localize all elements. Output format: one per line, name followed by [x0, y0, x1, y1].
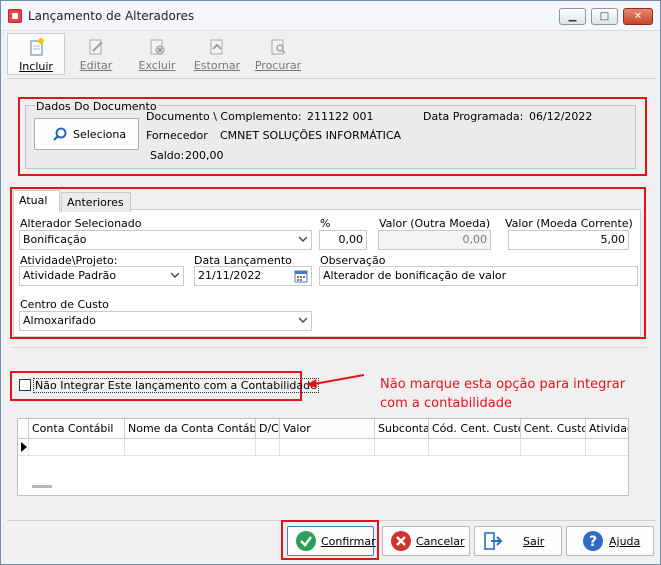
grid-hscroll-thumb[interactable]	[32, 485, 52, 488]
procurar-button[interactable]: Procurar	[249, 33, 307, 75]
toolbar-separator	[7, 78, 656, 79]
cancelar-button[interactable]: Cancelar	[382, 526, 470, 556]
annotation-arrow-icon	[306, 374, 365, 388]
chevron-down-icon	[299, 236, 307, 242]
excluir-button[interactable]: Excluir	[128, 33, 186, 75]
cell-dc[interactable]	[256, 439, 280, 456]
documento-group-title: Dados Do Documento	[35, 100, 158, 113]
col-subconta[interactable]: Subconta	[375, 419, 429, 439]
nao-integrar-checkbox[interactable]	[19, 379, 31, 391]
cell-subconta[interactable]	[375, 439, 429, 456]
exit-door-icon	[484, 532, 503, 550]
editar-label: Editar	[79, 59, 113, 72]
documento-value: 211122 001	[307, 110, 374, 123]
centro-custo-label: Centro de Custo	[20, 298, 109, 311]
editar-button[interactable]: Editar	[67, 33, 125, 75]
centro-custo-value: Almoxarifado	[23, 314, 96, 327]
data-lancamento-value: 21/11/2022	[198, 269, 262, 282]
alterador-label: Alterador Selecionado	[20, 217, 142, 230]
app-icon	[8, 9, 22, 23]
col-valor[interactable]: Valor	[280, 419, 375, 439]
percent-label: %	[320, 217, 331, 230]
window-title: Lançamento de Alteradores	[28, 9, 195, 23]
procurar-label: Procurar	[254, 59, 302, 72]
nao-integrar-label[interactable]: Não Integrar Este lançamento com a Conta…	[33, 378, 319, 393]
excluir-label: Excluir	[138, 59, 176, 72]
annotation-line-1: Não marque esta opção para integrar	[380, 377, 626, 392]
saldo-label: Saldo:	[150, 149, 185, 162]
section-separator	[11, 347, 647, 348]
delete-document-icon	[150, 39, 165, 55]
calendar-icon[interactable]	[294, 269, 308, 283]
cell-conta-contabil[interactable]	[29, 439, 125, 456]
col-conta-contabil[interactable]: Conta Contábil	[29, 419, 125, 439]
reverse-document-icon	[210, 39, 223, 55]
confirmar-label: Confirmar	[321, 535, 376, 548]
data-programada-value: 06/12/2022	[529, 110, 593, 123]
help-icon: ?	[583, 531, 603, 551]
ajuda-label: Ajuda	[609, 535, 641, 548]
observacao-input[interactable]: Alterador de bonificação de valor	[319, 266, 638, 286]
seleciona-button[interactable]: Seleciona	[34, 118, 139, 150]
cell-valor[interactable]	[280, 439, 375, 456]
maximize-button[interactable]: □	[591, 8, 618, 25]
atividade-select[interactable]: Atividade Padrão	[19, 266, 184, 286]
incluir-label: Incluir	[19, 60, 53, 73]
cancel-icon	[391, 531, 411, 551]
saldo-value: 200,00	[185, 149, 224, 162]
confirmar-button[interactable]: Confirmar	[287, 526, 376, 556]
col-nome-conta[interactable]: Nome da Conta Contábil	[125, 419, 256, 439]
ajuda-button[interactable]: ? Ajuda	[566, 526, 654, 556]
grid-header: Conta Contábil Nome da Conta Contábil D/…	[18, 419, 628, 439]
alterador-value: Bonificação	[23, 233, 87, 246]
atividade-value: Atividade Padrão	[23, 269, 117, 282]
chevron-down-icon	[171, 272, 179, 278]
cell-cod-cent-custo[interactable]	[429, 439, 521, 456]
col-cent-custo[interactable]: Cent. Custo	[521, 419, 586, 439]
row-pointer-icon	[21, 442, 27, 452]
annotation-text: Não marque esta opção para integrar com …	[380, 375, 625, 413]
main-window: Lançamento de Alteradores ▁ □ ✕ Incluir …	[0, 0, 661, 565]
new-document-icon	[30, 38, 44, 56]
alterador-select[interactable]: Bonificação	[19, 230, 312, 250]
cell-cent-custo[interactable]	[521, 439, 586, 456]
search-icon	[53, 127, 67, 141]
seleciona-label: Seleciona	[73, 128, 127, 141]
title-bar: Lançamento de Alteradores ▁ □ ✕	[1, 1, 660, 31]
minimize-button[interactable]: ▁	[559, 8, 586, 25]
data-programada-label: Data Programada:	[423, 110, 524, 123]
col-dc[interactable]: D/C	[256, 419, 280, 439]
valor-outra-input[interactable]: 0,00	[378, 230, 491, 250]
fornecedor-value: CMNET SOLUÇÕES INFORMÁTICA	[220, 129, 402, 142]
search-document-icon	[271, 39, 286, 55]
col-atividade[interactable]: Atividad	[586, 419, 628, 439]
cell-nome-conta[interactable]	[125, 439, 256, 456]
centro-custo-select[interactable]: Almoxarifado	[19, 311, 312, 331]
cancelar-label: Cancelar	[416, 535, 465, 548]
percent-input[interactable]: 0,00	[319, 230, 367, 250]
close-button[interactable]: ✕	[623, 8, 653, 25]
table-row[interactable]	[18, 439, 628, 456]
estornar-label: Estornar	[193, 59, 241, 72]
col-cod-cent-custo[interactable]: Cód. Cent. Custo	[429, 419, 521, 439]
documento-label: Documento \ Complemento:	[146, 110, 302, 123]
sair-label: Sair	[523, 535, 545, 548]
svg-text:?: ?	[589, 534, 597, 550]
sair-button[interactable]: Sair	[474, 526, 562, 556]
check-icon	[296, 531, 316, 551]
edit-document-icon	[89, 39, 103, 55]
grid-indicator-header	[18, 419, 29, 439]
valor-outra-label: Valor (Outra Moeda)	[379, 217, 491, 230]
cell-atividade[interactable]	[586, 439, 628, 456]
accounting-grid: Conta Contábil Nome da Conta Contábil D/…	[17, 418, 629, 496]
estornar-button[interactable]: Estornar	[188, 33, 246, 75]
data-lancamento-input[interactable]: 21/11/2022	[194, 266, 312, 286]
row-indicator	[18, 439, 29, 456]
annotation-line-2: com a contabilidade	[380, 396, 512, 411]
valor-corrente-input[interactable]: 5,00	[508, 230, 629, 250]
valor-corrente-label: Valor (Moeda Corrente)	[505, 217, 633, 230]
incluir-button[interactable]: Incluir	[7, 33, 65, 75]
chevron-down-icon	[299, 317, 307, 323]
fornecedor-label: Fornecedor	[146, 129, 208, 142]
